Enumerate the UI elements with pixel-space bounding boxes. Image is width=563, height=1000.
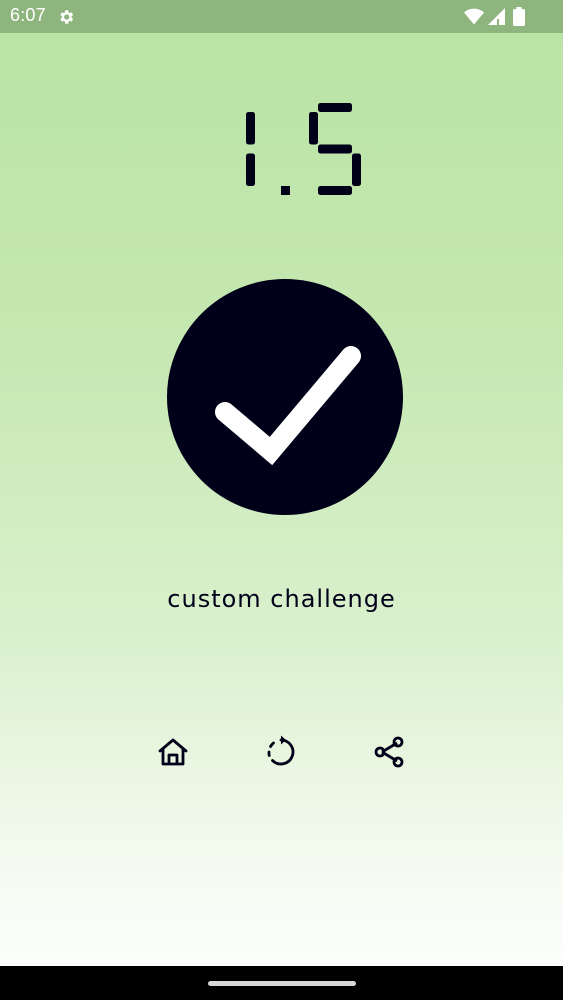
- retry-icon: [267, 735, 295, 766]
- score-value: [246, 103, 361, 195]
- home-icon: [158, 738, 188, 766]
- challenge-label: custom challenge: [167, 585, 396, 613]
- score-digit-segment: [309, 112, 318, 145]
- score-decimal-point: [281, 186, 290, 195]
- score-digit-segment: [318, 103, 352, 112]
- signal-icon: [488, 8, 505, 29]
- success-badge: [167, 279, 403, 515]
- score-digit-segment: [352, 153, 361, 186]
- score-digit-segment: [318, 186, 352, 195]
- home-button[interactable]: [151, 730, 195, 774]
- score-digit-segment: [246, 112, 255, 145]
- result-screen: custom challenge: [0, 33, 563, 966]
- home-gesture-handle[interactable]: [208, 981, 356, 986]
- wifi-icon: [464, 8, 484, 29]
- retry-button[interactable]: [259, 730, 303, 774]
- score-digit-segment: [318, 144, 352, 154]
- status-time: 6:07: [10, 5, 46, 25]
- navigation-bar: [0, 966, 563, 1000]
- score-digit-segment: [246, 153, 255, 186]
- battery-icon: [513, 7, 525, 30]
- gear-icon: [57, 8, 75, 30]
- score-display: [0, 33, 563, 273]
- share-button[interactable]: [367, 730, 411, 774]
- status-bar: 6:07: [0, 0, 563, 33]
- share-icon: [374, 736, 404, 768]
